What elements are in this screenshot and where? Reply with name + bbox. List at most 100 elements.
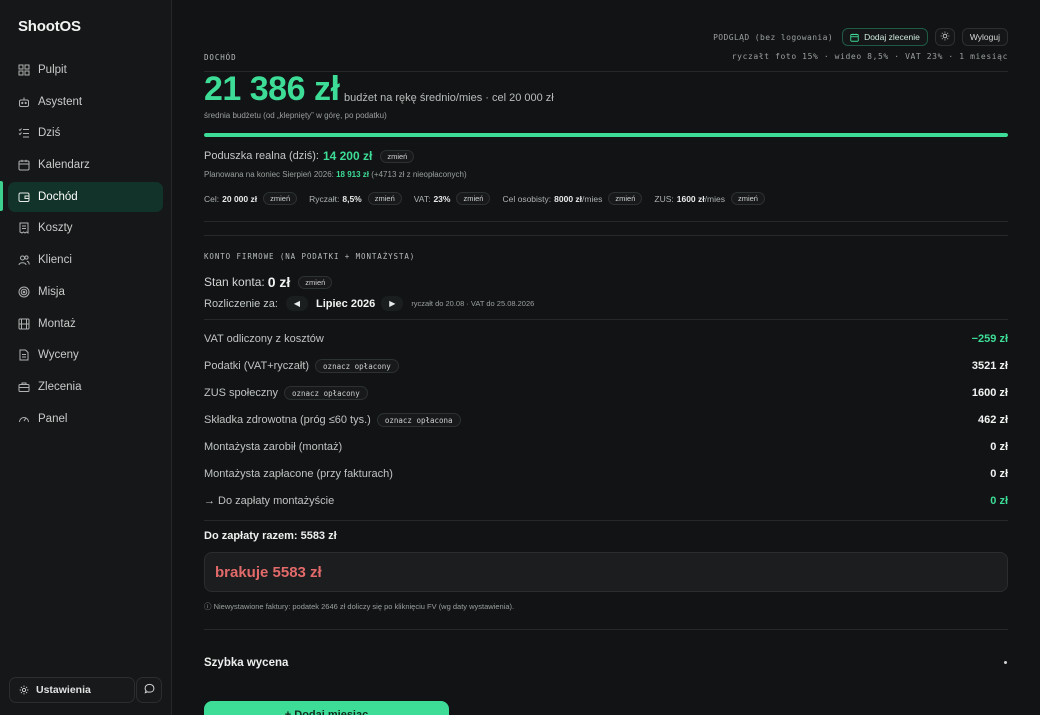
- sidebar-item-misja[interactable]: Misja: [8, 277, 163, 307]
- change-lump-sum-button[interactable]: zmień: [367, 192, 402, 205]
- add-order-button[interactable]: Dodaj zlecenie: [842, 28, 928, 46]
- param-label: Ryczałt:: [309, 193, 340, 204]
- sidebar-item-dochod[interactable]: Dochód: [8, 181, 163, 212]
- logout-label: Wyloguj: [969, 32, 1000, 42]
- sidebar-item-label: Panel: [38, 412, 68, 425]
- checklist-icon: [18, 127, 30, 139]
- income-sub-caption: średnia budżetu (od „klepnięty” w górę, …: [204, 111, 387, 120]
- sidebar-item-panel[interactable]: Panel: [8, 404, 163, 434]
- chat-button[interactable]: [136, 677, 162, 703]
- sidebar-item-asystent[interactable]: Asystent: [8, 87, 163, 117]
- tax-row-amount: 462 zł: [978, 414, 1008, 426]
- param-vat: VAT: 23% zmień: [414, 192, 491, 205]
- header-actions: PODGLĄD (bez logowania) Dodaj zlecenie W…: [713, 28, 1008, 46]
- unissued-invoices-note: ⓘ Niewystawione faktury: podatek 2646 zł…: [204, 602, 515, 611]
- preview-label: PODGLĄD (bez logowania): [713, 32, 834, 42]
- calendar-icon: [850, 33, 859, 42]
- sidebar-item-zlecenia[interactable]: Zlecenia: [8, 372, 163, 402]
- sidebar-item-klienci[interactable]: Klienci: [8, 245, 163, 275]
- tax-row-amount: 0 zł: [990, 441, 1008, 453]
- sidebar-item-label: Koszty: [38, 222, 73, 235]
- sidebar-item-kalendarz[interactable]: Kalendarz: [8, 150, 163, 180]
- sidebar-item-wyceny[interactable]: Wyceny: [8, 340, 163, 370]
- expand-dot-icon[interactable]: [1004, 661, 1007, 664]
- total-due: Do zapłaty razem: 5583 zł: [204, 530, 337, 542]
- param-value: 23%: [433, 193, 451, 204]
- missing-amount: brakuje 5583 zł: [215, 563, 322, 581]
- tax-row-zus: ZUS społeczny oznacz opłacony 1600 zł: [204, 385, 1008, 401]
- param-suffix: /mies: [582, 193, 603, 204]
- change-goal-button[interactable]: zmień: [263, 192, 298, 205]
- bot-icon: [18, 96, 30, 108]
- sidebar-item-koszty[interactable]: Koszty: [8, 213, 163, 243]
- document-icon: [18, 349, 30, 361]
- goal-progress-fill: [204, 133, 1008, 137]
- goal-progress-bar: [204, 133, 1008, 137]
- receipt-icon: [18, 222, 30, 235]
- param-lump-sum: Ryczałt: 8,5% zmień: [309, 192, 402, 205]
- divider: [204, 520, 1008, 521]
- tax-row-label: ZUS społeczny: [204, 387, 278, 399]
- planned-suffix: (+4713 zł z nieopłaconych): [371, 170, 467, 179]
- change-balance-button[interactable]: zmień: [298, 275, 333, 289]
- planned-label: Planowana na koniec Sierpień 2026:: [204, 170, 334, 179]
- prev-month-button[interactable]: ◀: [285, 296, 308, 311]
- param-value: 8,5%: [342, 193, 362, 204]
- sidebar-item-dzis[interactable]: Dziś: [8, 118, 163, 148]
- app-logo: ShootOS: [18, 18, 81, 35]
- sidebar-item-label: Zlecenia: [38, 380, 82, 393]
- sidebar: ShootOS Pulpit Asystent Dziś Kalendarz D…: [0, 0, 172, 715]
- tax-row-amount: −259 zł: [971, 333, 1008, 345]
- sidebar-item-label: Pulpit: [38, 64, 67, 76]
- sidebar-item-label: Klienci: [38, 254, 72, 267]
- sidebar-item-label: Dziś: [38, 127, 61, 140]
- change-cushion-button[interactable]: zmień: [380, 149, 415, 163]
- settings-label: Ustawienia: [36, 684, 91, 696]
- film-icon: [18, 318, 30, 330]
- sidebar-item-label: Kalendarz: [38, 159, 90, 172]
- sun-icon: [940, 31, 950, 43]
- mark-paid-button[interactable]: oznacz opłacona: [376, 413, 461, 427]
- wallet-icon: [18, 191, 30, 203]
- tax-row-label: → Do zapłaty montażyście: [204, 495, 335, 507]
- change-personal-goal-button[interactable]: zmień: [608, 192, 643, 205]
- tax-row-amount: 1600 zł: [971, 387, 1008, 399]
- next-month-button[interactable]: ▶: [381, 296, 404, 311]
- quick-quote-toggle[interactable]: Szybka wycena: [204, 657, 288, 669]
- active-nav-indicator: [0, 181, 3, 211]
- planned-value: 18 913 zł: [336, 170, 370, 179]
- add-month-button[interactable]: + Dodaj miesiąc: [204, 701, 449, 715]
- sidebar-item-label: Montaż: [38, 317, 76, 330]
- param-label: Cel:: [204, 193, 220, 204]
- grid-icon: [18, 64, 30, 76]
- tax-row-amount: 0 zł: [990, 468, 1008, 480]
- calendar-icon: [18, 159, 30, 171]
- param-label: VAT:: [413, 193, 431, 204]
- sidebar-item-montaz[interactable]: Montaż: [8, 309, 163, 339]
- change-zus-button[interactable]: zmień: [730, 192, 765, 205]
- sidebar-item-pulpit[interactable]: Pulpit: [8, 55, 163, 85]
- balance-label: Stan konta:: [204, 275, 265, 289]
- theme-toggle-button[interactable]: [934, 28, 955, 46]
- divider: [204, 629, 1008, 630]
- cushion-value: 14 200 zł: [322, 149, 373, 163]
- balance-value: 0 zł: [267, 274, 291, 290]
- settings-button[interactable]: Ustawienia: [9, 677, 135, 703]
- tax-row-editor-paid: Montażysta zapłacone (przy fakturach) 0 …: [204, 466, 1008, 482]
- logout-button[interactable]: Wyloguj: [961, 28, 1008, 46]
- mark-paid-button[interactable]: oznacz opłacony: [315, 359, 399, 373]
- param-label: ZUS:: [654, 193, 674, 204]
- tax-row-vat-deducted: VAT odliczony z kosztów −259 zł: [204, 331, 1008, 347]
- change-vat-button[interactable]: zmień: [456, 192, 491, 205]
- company-section-label: KONTO FIRMOWE (NA PODATKI + MONTAŻYSTA): [204, 252, 416, 261]
- tax-row-label: Montażysta zarobił (montaż): [204, 441, 343, 453]
- mark-paid-button[interactable]: oznacz opłacony: [283, 386, 368, 400]
- tax-row-editor-due: → Do zapłaty montażyście 0 zł: [204, 493, 1008, 509]
- tax-row-label-group: Podatki (VAT+ryczałt) oznacz opłacony: [204, 359, 399, 373]
- settlement-label: Rozliczenie za:: [204, 297, 278, 310]
- param-value: 8000 zł: [554, 193, 583, 204]
- chevron-left-icon: ◀: [293, 299, 301, 308]
- missing-amount-box: brakuje 5583 zł: [204, 552, 1008, 592]
- params-row: Cel: 20 000 zł zmień Ryczałt: 8,5% zmień…: [204, 192, 777, 205]
- target-icon: [18, 286, 30, 298]
